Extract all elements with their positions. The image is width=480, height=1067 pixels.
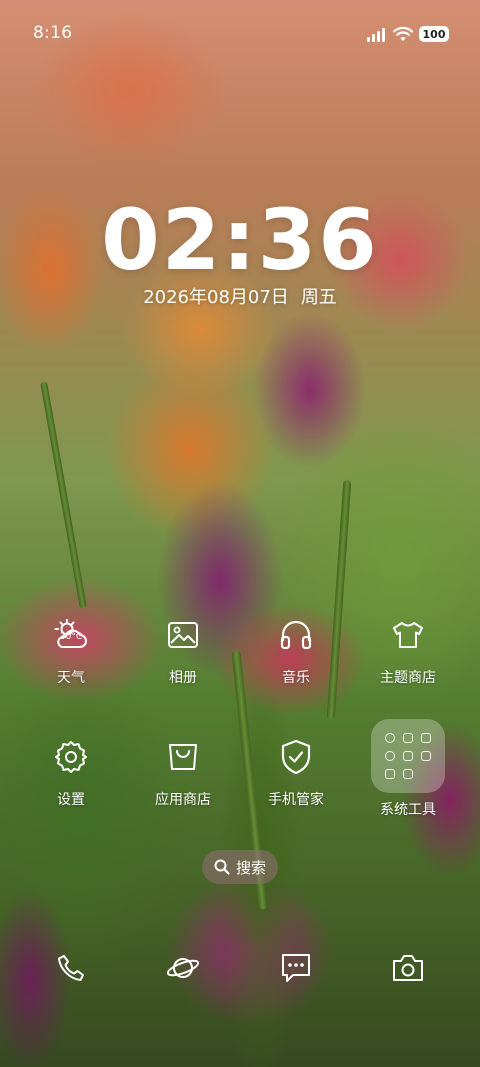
gear-icon (51, 737, 91, 777)
headphones-icon (276, 615, 316, 655)
folder-mini-icon (421, 751, 431, 761)
app-label: 应用商店 (155, 792, 211, 808)
folder-mini-icon (403, 751, 413, 761)
status-icons: 100 (367, 24, 449, 44)
app-theme-store[interactable]: 主题商店 (358, 615, 458, 687)
folder-mini-icon (385, 751, 395, 761)
dock-messages[interactable] (276, 948, 316, 988)
app-music[interactable]: 音乐 (246, 615, 346, 687)
weekday-text: 周五 (300, 287, 337, 308)
app-app-store[interactable]: 应用商店 (133, 737, 233, 809)
wifi-icon (393, 26, 413, 42)
app-settings[interactable]: 设置 (21, 737, 121, 809)
app-weather[interactable]: 30°C 天气 (21, 615, 121, 687)
dock-phone[interactable] (51, 948, 91, 988)
tshirt-icon (388, 615, 428, 655)
browser-planet-icon (166, 953, 200, 983)
app-label: 手机管家 (268, 792, 324, 808)
status-bar: 8:16 100 (0, 0, 480, 68)
wallpaper-tulips (0, 0, 480, 1067)
search-label: 搜索 (235, 858, 266, 877)
folder-mini-icon (385, 769, 395, 779)
message-icon (279, 952, 313, 984)
phone-icon (56, 953, 86, 983)
status-time: 8:16 (33, 23, 73, 43)
dock-camera[interactable] (388, 948, 428, 988)
weather-temp: 30°C (59, 632, 83, 642)
shield-check-icon (276, 737, 316, 777)
wallpaper-shade (0, 0, 480, 1067)
battery-icon: 100 (419, 26, 449, 42)
app-folder-system-tools[interactable]: 系统工具 (358, 719, 458, 819)
weather-icon: 30°C (51, 615, 91, 655)
cellular-signal-icon (367, 26, 387, 42)
camera-icon (391, 953, 425, 983)
app-label: 天气 (57, 670, 85, 686)
search-button[interactable]: 搜索 (202, 850, 278, 884)
app-label: 主题商店 (380, 670, 436, 686)
app-gallery[interactable]: 相册 (133, 615, 233, 687)
folder-mini-icon (403, 769, 413, 779)
app-label: 音乐 (282, 670, 310, 686)
date-text: 2026年08月07日 (143, 287, 289, 308)
app-phone-manager[interactable]: 手机管家 (246, 737, 346, 809)
dock-browser[interactable] (163, 948, 203, 988)
app-label: 相册 (169, 670, 197, 686)
shopping-bag-icon (163, 737, 203, 777)
search-icon (214, 859, 230, 875)
folder-mini-icon (403, 733, 413, 743)
app-label: 系统工具 (380, 802, 436, 818)
folder-icon (371, 719, 445, 793)
lockscreen-date: 2026年08月07日 周五 (0, 283, 480, 309)
lockscreen-clock-time[interactable]: 02:36 (0, 190, 480, 290)
gallery-icon (163, 615, 203, 655)
app-label: 设置 (57, 792, 85, 808)
folder-mini-icon (421, 733, 431, 743)
folder-mini-icon (385, 733, 395, 743)
